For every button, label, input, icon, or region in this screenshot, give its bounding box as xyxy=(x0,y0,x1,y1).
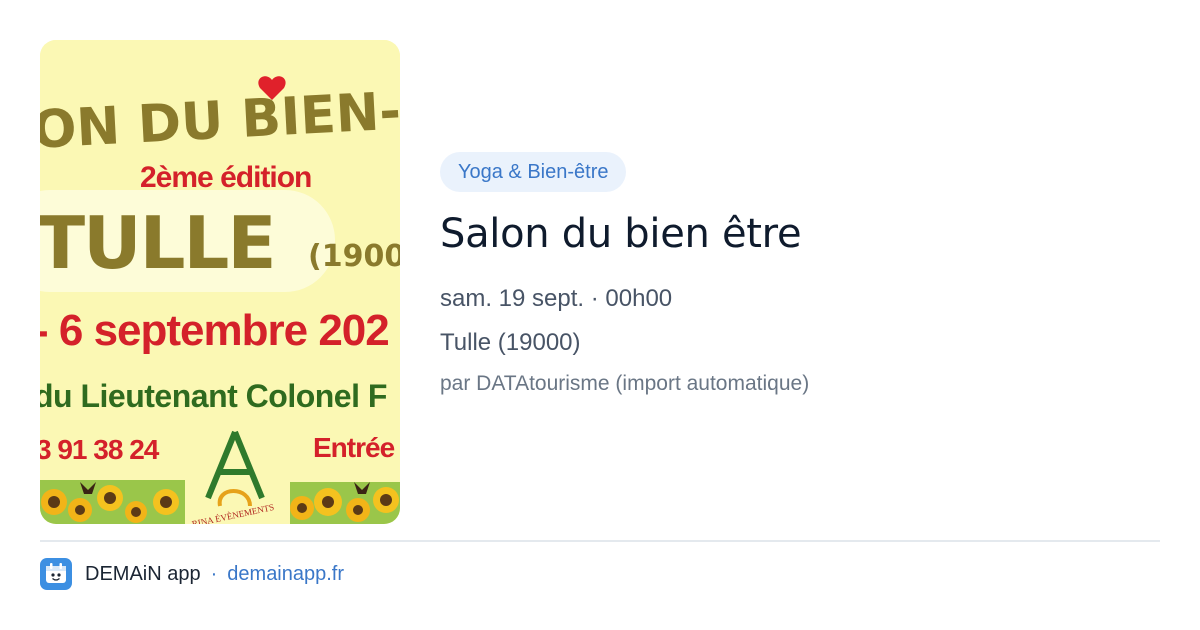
event-poster-image[interactable]: ON DU BIEN-Ê 2ème édition TULLE (1900 - … xyxy=(40,40,400,524)
demain-app-icon xyxy=(40,558,72,590)
footer-separator: · xyxy=(210,562,218,585)
poster-line-address: du Lieutenant Colonel F xyxy=(40,378,387,414)
poster-line-phone: 3 91 38 24 xyxy=(40,434,160,465)
event-date: sam. 19 sept. · 00h00 xyxy=(440,285,673,312)
poster-line-tulle: TULLE xyxy=(40,201,275,285)
sunflower-decoration-left xyxy=(40,480,185,524)
footer-divider xyxy=(40,540,1160,542)
event-title[interactable]: Salon du bien être xyxy=(440,210,1140,258)
app-name: DEMAiN app xyxy=(85,562,201,585)
poster-line-entry: Entrée xyxy=(313,432,395,463)
poster-artwork: ON DU BIEN-Ê 2ème édition TULLE (1900 - … xyxy=(40,40,400,524)
event-info: Yoga & Bien-être Salon du bien être sam.… xyxy=(440,152,1140,398)
footer: DEMAiN app · demainapp.fr xyxy=(40,558,344,590)
app-domain-link[interactable]: demainapp.fr xyxy=(227,563,344,586)
event-source: par DATAtourisme (import automatique) xyxy=(440,372,810,395)
poster-line-dates: - 6 septembre 202 xyxy=(40,306,389,355)
category-badge[interactable]: Yoga & Bien-être xyxy=(440,152,627,192)
poster-line-edition: 2ème édition xyxy=(140,161,311,194)
poster-line-postcode: (1900 xyxy=(308,239,400,274)
event-location: Tulle (19000) xyxy=(440,329,581,356)
sunflower-decoration-right xyxy=(290,482,400,524)
